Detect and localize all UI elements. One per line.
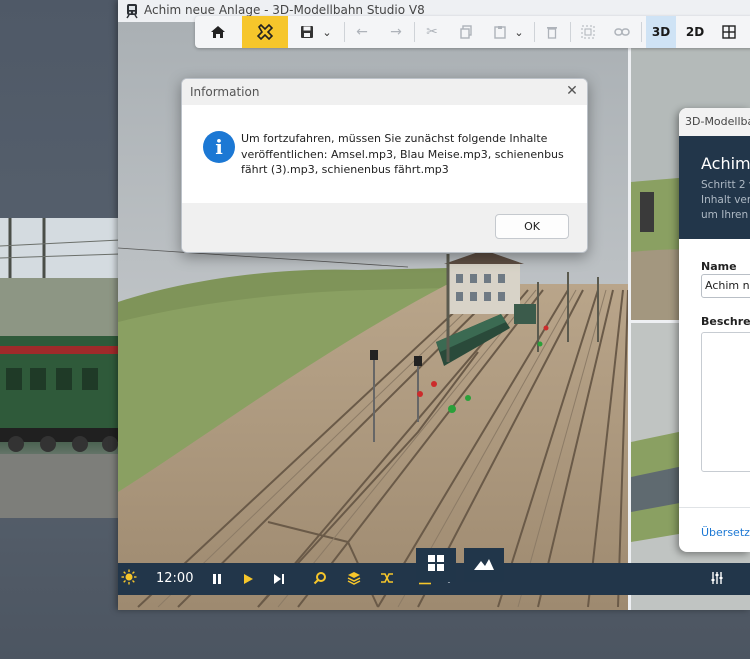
- toolbar-divider: [641, 22, 642, 42]
- home-button[interactable]: [203, 16, 233, 48]
- view-mode-buttons: [416, 548, 508, 582]
- play-button[interactable]: [239, 570, 257, 588]
- description-textarea[interactable]: [701, 332, 750, 472]
- dialog-header: Information ✕: [182, 79, 587, 105]
- split-view-button[interactable]: [416, 548, 456, 582]
- arrow-left-icon: ←: [356, 24, 368, 40]
- scissors-icon: ✂: [426, 24, 438, 40]
- chevron-down-icon: ⌄: [322, 25, 332, 39]
- time-display[interactable]: 12:00: [156, 571, 193, 586]
- redo-button[interactable]: →: [381, 16, 411, 48]
- layers-button[interactable]: [345, 570, 363, 588]
- play-icon: [242, 570, 254, 589]
- grid-view-button[interactable]: [714, 16, 744, 48]
- panel-divider: [679, 507, 750, 508]
- publish-panel: 3D-Modellbahn Achim Schritt 2 v Inhalt v…: [679, 108, 750, 552]
- info-icon: i: [203, 131, 235, 163]
- dialog-message: Um fortzufahren, müssen Sie zunächst fol…: [241, 132, 564, 176]
- pause-icon: [211, 570, 223, 589]
- grid-icon: [427, 554, 445, 576]
- view-2d-button[interactable]: 2D: [680, 16, 710, 48]
- cut-button[interactable]: ✂: [417, 16, 447, 48]
- tools-icon: [257, 24, 273, 40]
- save-dropdown-button[interactable]: ⌄: [317, 16, 337, 48]
- pause-button[interactable]: [208, 570, 226, 588]
- copy-icon: [459, 25, 473, 39]
- link-button[interactable]: [607, 16, 637, 48]
- background-train-photo: [0, 218, 120, 518]
- layers-icon: [347, 570, 361, 589]
- copy-button[interactable]: [451, 16, 481, 48]
- home-icon: [210, 24, 226, 40]
- app-train-icon: [124, 3, 140, 19]
- description-label: Beschrei: [701, 315, 750, 328]
- search-button[interactable]: [311, 570, 329, 588]
- ok-button[interactable]: OK: [495, 214, 569, 239]
- link-icon: [614, 26, 630, 38]
- name-label: Name: [701, 260, 737, 273]
- panel-header: 3D-Modellbahn: [679, 108, 750, 136]
- main-toolbar: ⌄ ← → ✂ ⌄ 3D 2D: [195, 16, 750, 48]
- sun-icon: [121, 569, 137, 589]
- tools-button[interactable]: [242, 16, 288, 48]
- panel-step-line: um Ihren: [701, 209, 749, 221]
- step-forward-button[interactable]: [270, 570, 288, 588]
- window-title: Achim neue Anlage - 3D-Modellbahn Studio…: [144, 3, 425, 17]
- toolbar-divider: [344, 22, 345, 42]
- sliders-icon: [710, 570, 724, 589]
- paste-dropdown-button[interactable]: ⌄: [509, 16, 529, 48]
- chevron-down-icon: ⌄: [514, 25, 524, 39]
- name-input[interactable]: Achim ne: [701, 274, 750, 298]
- daylight-button[interactable]: [120, 569, 138, 589]
- panel-step-line: Schritt 2 v: [701, 179, 750, 191]
- grid-icon: [722, 25, 736, 39]
- view-3d-button[interactable]: 3D: [646, 16, 676, 48]
- mountain-icon: [473, 556, 495, 575]
- panel-header-title: 3D-Modellbahn: [685, 115, 750, 128]
- panel-step-line: Inhalt ver: [701, 194, 750, 206]
- trash-icon: [546, 25, 558, 39]
- shuffle-icon: [380, 570, 394, 589]
- toolbar-divider: [570, 22, 571, 42]
- dialog-title: Information: [190, 85, 260, 99]
- undo-button[interactable]: ←: [347, 16, 377, 48]
- arrow-right-icon: →: [390, 24, 402, 40]
- shuffle-button[interactable]: [378, 570, 396, 588]
- delete-button[interactable]: [537, 16, 567, 48]
- group-icon: [581, 25, 595, 39]
- toolbar-divider: [534, 22, 535, 42]
- close-icon[interactable]: ✕: [564, 83, 580, 99]
- search-icon: [313, 570, 327, 589]
- information-dialog: Information ✕ i Um fortzufahren, müssen …: [181, 78, 588, 253]
- save-icon: [300, 25, 314, 39]
- panel-step-text: Schritt 2 v Inhalt ver um Ihren: [701, 178, 750, 223]
- settings-sliders-button[interactable]: [708, 570, 726, 588]
- panel-project-name: Achim: [701, 154, 750, 173]
- skip-forward-icon: [273, 570, 285, 589]
- translate-link[interactable]: Übersetzu: [701, 526, 750, 539]
- terrain-view-button[interactable]: [464, 548, 504, 582]
- toolbar-divider: [414, 22, 415, 42]
- group-button[interactable]: [573, 16, 603, 48]
- paste-icon: [493, 25, 507, 39]
